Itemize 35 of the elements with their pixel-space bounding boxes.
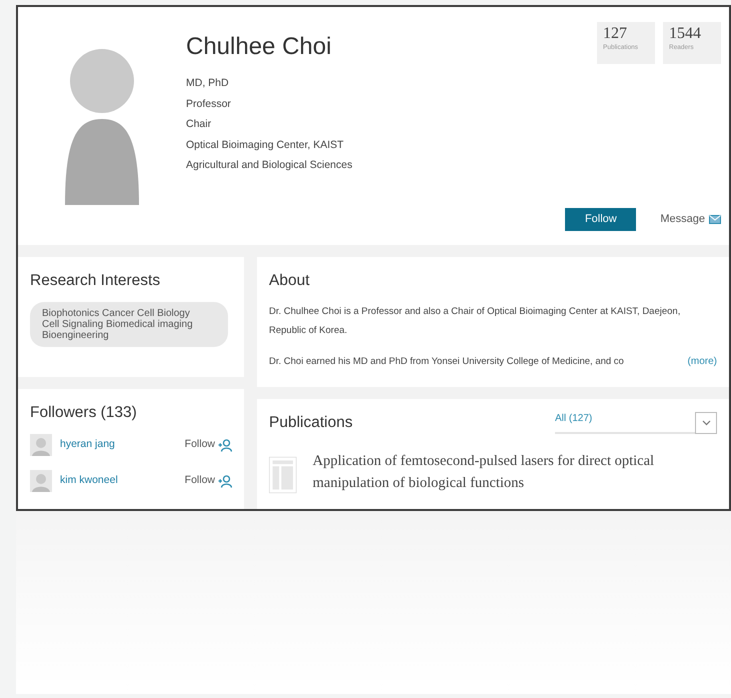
- panel-title: About: [269, 271, 311, 291]
- credential-text: Agricultural and Biological Sciences: [186, 158, 354, 173]
- interest-tag[interactable]: Cell Signaling: [42, 319, 104, 330]
- credential-text: Professor: [186, 96, 232, 112]
- stat-value: 1544: [669, 25, 702, 43]
- follower-name[interactable]: kim kwoneel: [60, 473, 118, 490]
- envelope-icon: [709, 215, 721, 224]
- follow-button[interactable]: Follow: [565, 208, 636, 231]
- add-user-icon: [218, 438, 232, 452]
- avatar-icon: [30, 434, 52, 456]
- interest-tag[interactable]: Biomedical imaging: [106, 319, 193, 330]
- add-user-icon: [218, 474, 232, 488]
- credential-text: Optical Bioimaging Center, KAIST: [186, 138, 345, 152]
- publication-title[interactable]: Application of femtosecond-pulsed lasers for direct optical manipulation of biological functions: [312, 450, 717, 500]
- interest-tag[interactable]: Cancer Cell Biology: [102, 308, 190, 320]
- interest-tag[interactable]: Bioengineering: [42, 330, 109, 342]
- panel-title: Research Interests: [30, 271, 162, 291]
- profile-name: Chulhee Choi: [186, 32, 332, 62]
- message-link[interactable]: Message: [660, 211, 721, 228]
- dropdown-button[interactable]: [695, 412, 717, 434]
- more-link[interactable]: (more): [688, 352, 717, 372]
- panel-title: Followers (133): [30, 403, 138, 423]
- panel-title: Publications: [269, 413, 354, 433]
- stat-value: 127: [603, 25, 628, 43]
- follow-link[interactable]: Follow: [184, 437, 232, 454]
- credential-text: MD, PhD: [186, 76, 230, 91]
- follow-link[interactable]: Follow: [184, 473, 232, 490]
- credential-text: Chair: [186, 117, 212, 132]
- message-label: Message: [660, 212, 705, 228]
- avatar-icon: [30, 470, 52, 492]
- chevron-down-icon: [702, 420, 710, 426]
- about-text: Dr. Choi earned his MD and PhD from Yonsei University College of Medicine, and co: [269, 355, 624, 370]
- about-text: Dr. Chulhee Choi is a Professor and also a Chair of Optical Bioimaging Center at KAIST, Daejeon, Republic of Korea.: [269, 305, 682, 338]
- interest-tag[interactable]: Biophotonics: [42, 308, 100, 320]
- follower-name[interactable]: hyeran jang: [60, 437, 115, 454]
